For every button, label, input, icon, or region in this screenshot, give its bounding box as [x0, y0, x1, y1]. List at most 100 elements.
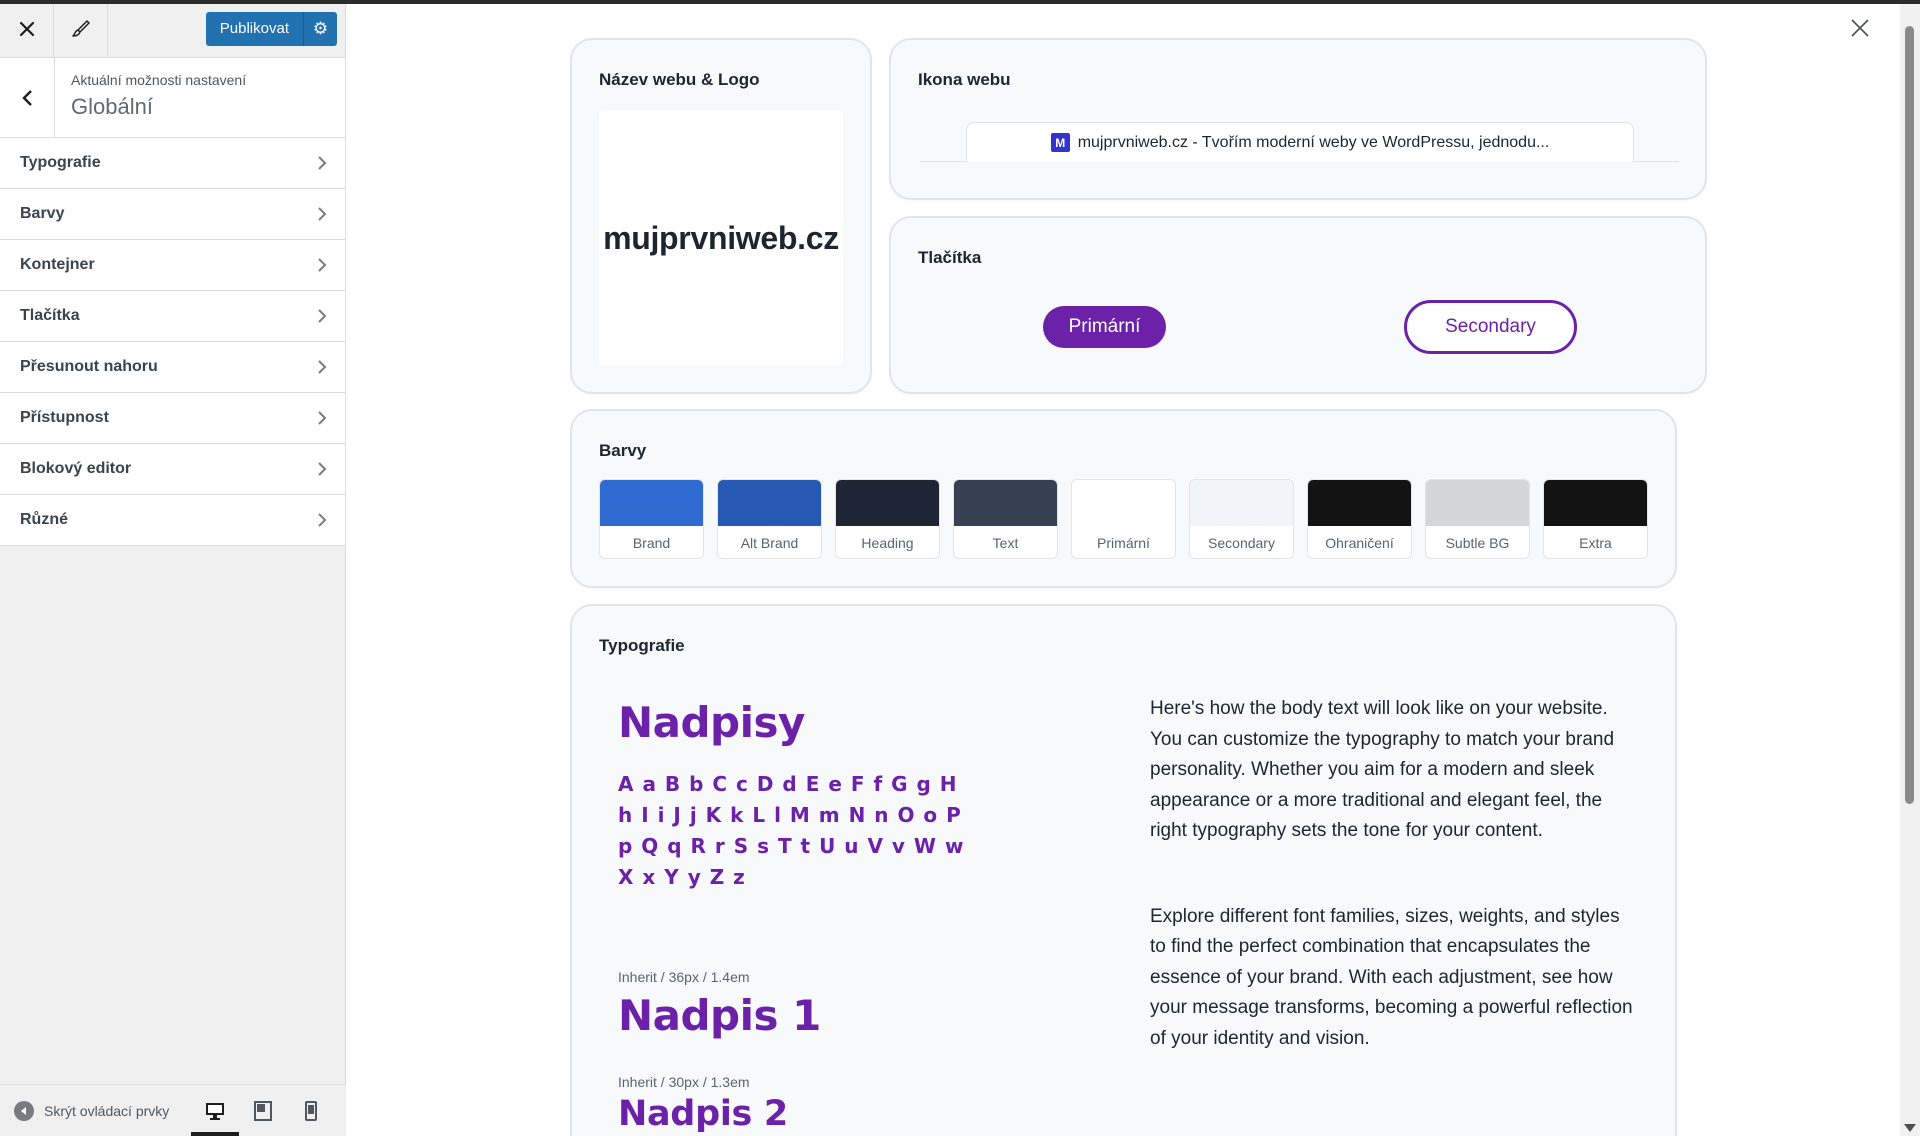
tablet-preview-button[interactable] — [239, 1085, 287, 1136]
publish-settings-button[interactable]: ⚙ — [303, 11, 337, 46]
secondary-button-sample[interactable]: Secondary — [1404, 300, 1577, 354]
customizer-sidebar: Publikovat ⚙ Aktuální možnosti nastavení… — [0, 0, 346, 1136]
sidebar-item-label: Různé — [20, 511, 68, 528]
swatch-color — [1072, 480, 1175, 526]
brush-icon — [71, 19, 90, 37]
typography-card: Typografie Nadpisy A a B b C c D d E e F… — [570, 604, 1677, 1136]
swatch-color — [1544, 480, 1647, 526]
scrollbar-thumb[interactable] — [1905, 26, 1914, 804]
hide-controls-button[interactable]: Skrýt ovládací prvky — [14, 1100, 169, 1121]
chevron-right-icon — [318, 462, 327, 476]
card-title: Ikona webu — [918, 70, 1011, 89]
sidebar-item-ruzne[interactable]: Různé — [0, 495, 345, 546]
sidebar-item-label: Typografie — [20, 154, 101, 171]
chevron-right-icon — [318, 156, 327, 170]
color-swatch-secondary[interactable]: Secondary — [1189, 479, 1294, 559]
heading-samples: Nadpisy A a B b C c D d E e F f G g H h … — [618, 698, 1098, 1134]
body-text-samples: Here's how the body text will look like … — [1150, 694, 1640, 1054]
close-style-guide-button[interactable] — [1850, 18, 1870, 43]
sidebar-item-presunout-nahoru[interactable]: Přesunout nahoru — [0, 342, 345, 393]
sidebar-toolbar: Publikovat ⚙ — [0, 0, 345, 58]
sidebar-item-label: Tlačítka — [20, 307, 80, 324]
chevron-right-icon — [318, 360, 327, 374]
favicon-icon: M — [1050, 133, 1070, 152]
color-swatch-brand[interactable]: Brand — [599, 479, 704, 559]
section-header: Aktuální možnosti nastavení Globální — [0, 58, 345, 138]
sidebar-item-label: Blokový editor — [20, 460, 132, 477]
sidebar-item-pristupnost[interactable]: Přístupnost — [0, 393, 345, 444]
swatch-label: Alt Brand — [740, 535, 799, 551]
sidebar-item-label: Barvy — [20, 205, 65, 222]
card-title: Typografie — [599, 636, 685, 655]
desktop-preview-button[interactable] — [191, 1085, 240, 1136]
swatch-color — [718, 480, 821, 526]
headings-sample: Nadpisy — [618, 698, 805, 747]
color-swatch-border[interactable]: Ohraničení — [1307, 479, 1412, 559]
logo-preview: mujprvniweb.cz — [599, 110, 843, 366]
device-preview-switcher — [191, 1085, 335, 1136]
swatch-label: Ohraničení — [1325, 535, 1394, 551]
tablet-icon — [254, 1100, 273, 1121]
sidebar-item-label: Přesunout nahoru — [20, 358, 158, 375]
close-customizer-button[interactable] — [0, 0, 54, 57]
sidebar-item-barvy[interactable]: Barvy — [0, 189, 345, 240]
primary-button-sample[interactable]: Primární — [1043, 306, 1166, 348]
swatch-label: Text — [992, 535, 1019, 551]
swatch-color — [954, 480, 1057, 526]
design-brush-button[interactable] — [54, 0, 108, 57]
collapse-icon — [14, 1100, 34, 1121]
site-title-logo-card: Název webu & Logo mujprvniweb.cz — [570, 38, 872, 394]
sidebar-item-label: Kontejner — [20, 256, 95, 273]
swatch-color — [836, 480, 939, 526]
publish-button[interactable]: Publikovat — [206, 12, 303, 46]
sidebar-item-typografie[interactable]: Typografie — [0, 138, 345, 189]
sidebar-item-tlacitka[interactable]: Tlačítka — [0, 291, 345, 342]
color-swatches: Brand Alt Brand Heading Text Primární Se… — [599, 479, 1648, 559]
preview-scrollbar[interactable] — [1900, 4, 1920, 1136]
chevron-right-icon — [318, 411, 327, 425]
color-swatch-primary[interactable]: Primární — [1071, 479, 1176, 559]
mobile-preview-button[interactable] — [287, 1085, 335, 1136]
h2-meta: Inherit / 30px / 1.3em — [618, 1074, 750, 1090]
browser-tab-preview: M mujprvniweb.cz - Tvořím moderní weby v… — [966, 122, 1634, 162]
color-swatch-subtle-bg[interactable]: Subtle BG — [1425, 479, 1530, 559]
section-title: Globální — [71, 94, 153, 119]
swatch-color — [1426, 480, 1529, 526]
site-logo-text: mujprvniweb.cz — [603, 219, 839, 256]
mobile-icon — [305, 1100, 318, 1121]
color-swatch-heading[interactable]: Heading — [835, 479, 940, 559]
body-paragraph: Here's how the body text will look like … — [1150, 698, 1615, 841]
buttons-card: Tlačítka Primární Secondary — [889, 216, 1707, 394]
site-icon-card: Ikona webu M mujprvniweb.cz - Tvořím mod… — [889, 38, 1707, 200]
settings-menu: Typografie Barvy Kontejner Tlačítka Přes… — [0, 138, 345, 546]
sidebar-item-blokovy-editor[interactable]: Blokový editor — [0, 444, 345, 495]
sidebar-item-label: Přístupnost — [20, 409, 109, 426]
chevron-right-icon — [318, 309, 327, 323]
close-icon — [1851, 19, 1869, 37]
chevron-right-icon — [318, 207, 327, 221]
chevron-right-icon — [318, 258, 327, 272]
back-button[interactable] — [0, 58, 55, 137]
section-subtitle: Aktuální možnosti nastavení — [71, 72, 247, 88]
chevron-right-icon — [318, 513, 327, 527]
color-swatch-extra[interactable]: Extra — [1543, 479, 1648, 559]
desktop-icon — [206, 1102, 225, 1120]
sidebar-item-kontejner[interactable]: Kontejner — [0, 240, 345, 291]
h2-sample: Nadpis 2 — [618, 1094, 788, 1134]
style-guide-preview: Název webu & Logo mujprvniweb.cz Ikona w… — [347, 4, 1900, 1136]
card-title: Tlačítka — [918, 248, 982, 267]
h1-sample: Nadpis 1 — [618, 991, 821, 1040]
card-title: Název webu & Logo — [599, 70, 760, 89]
swatch-label: Heading — [861, 535, 914, 551]
swatch-color — [1190, 480, 1293, 526]
swatch-label: Subtle BG — [1445, 535, 1510, 551]
swatch-label: Extra — [1579, 535, 1612, 551]
publish-button-group: Publikovat ⚙ — [205, 11, 337, 46]
body-paragraph: Explore different font families, sizes, … — [1150, 905, 1633, 1049]
swatch-label: Primární — [1097, 535, 1150, 551]
color-swatch-text[interactable]: Text — [953, 479, 1058, 559]
scroll-down-arrow-icon[interactable] — [1904, 1124, 1916, 1132]
h1-meta: Inherit / 36px / 1.4em — [618, 969, 750, 985]
gear-icon: ⚙ — [312, 18, 329, 38]
color-swatch-alt-brand[interactable]: Alt Brand — [717, 479, 822, 559]
